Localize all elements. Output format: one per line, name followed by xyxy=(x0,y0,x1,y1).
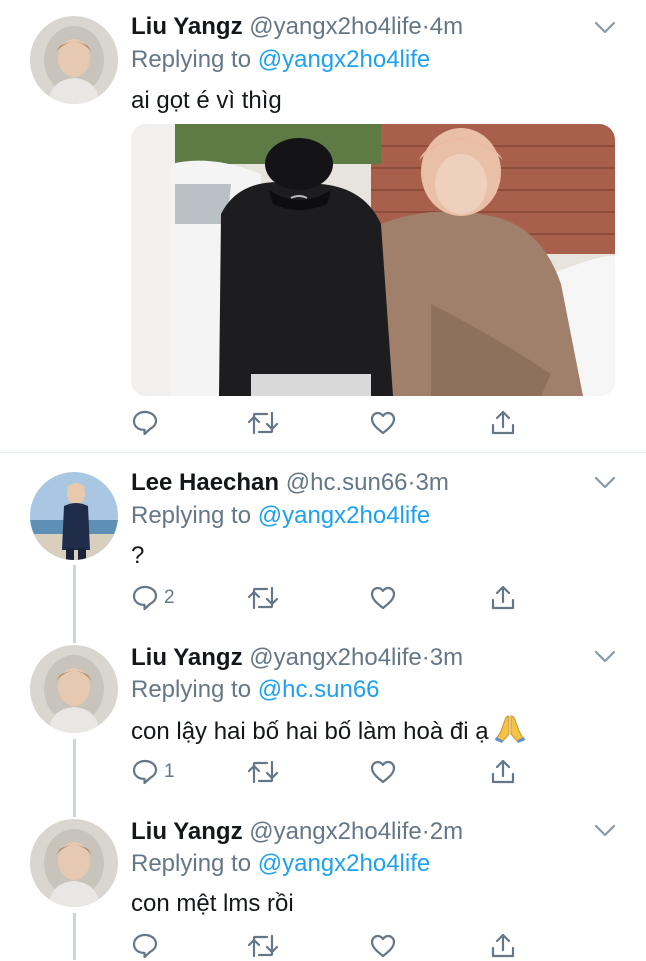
timestamp[interactable]: 3m xyxy=(430,644,463,671)
retweet-icon xyxy=(247,760,279,784)
separator-dot: · xyxy=(421,644,430,671)
share-button[interactable] xyxy=(489,583,517,613)
tweet-header: Liu Yangz @yangx2ho4life·2m xyxy=(131,817,463,847)
share-icon xyxy=(491,410,515,435)
reply-count: 1 xyxy=(164,761,175,782)
tweet-text: ? xyxy=(131,542,145,569)
replying-to-label: Replying to xyxy=(131,850,258,877)
user-handle[interactable]: @yangx2ho4life xyxy=(249,13,421,40)
replying-to: Replying to @yangx2ho4life xyxy=(131,849,430,879)
replying-to-label: Replying to xyxy=(131,502,258,529)
replying-to-label: Replying to xyxy=(131,676,258,703)
replying-to-mention[interactable]: @yangx2ho4life xyxy=(258,850,430,877)
share-button[interactable] xyxy=(489,757,517,787)
separator-dot: · xyxy=(421,13,430,40)
like-button[interactable] xyxy=(369,583,402,613)
tweet-text-content: con lậy hai bố hai bố làm hoà đi ạ xyxy=(131,718,489,745)
share-icon xyxy=(491,585,515,610)
tweet[interactable]: Liu Yangz @yangx2ho4life·4m Replying to … xyxy=(0,0,646,452)
timestamp[interactable]: 3m xyxy=(416,469,449,496)
chevron-down-icon[interactable] xyxy=(593,20,617,36)
tweet[interactable]: Liu Yangz @yangx2ho4life·2m Replying to … xyxy=(0,805,646,960)
like-button[interactable] xyxy=(369,408,402,438)
like-icon xyxy=(370,934,396,958)
avatar[interactable] xyxy=(30,16,118,104)
thread-line xyxy=(73,565,76,629)
timestamp[interactable]: 2m xyxy=(430,818,463,845)
reply-count: 2 xyxy=(164,587,175,608)
like-icon xyxy=(370,586,396,610)
avatar[interactable] xyxy=(30,472,118,560)
retweet-icon xyxy=(247,934,279,958)
display-name[interactable]: Liu Yangz xyxy=(131,644,243,671)
share-icon xyxy=(491,933,515,958)
share-icon xyxy=(491,759,515,784)
chevron-down-icon[interactable] xyxy=(593,823,617,839)
reply-button[interactable]: 1 xyxy=(131,757,175,787)
replying-to-mention[interactable]: @yangx2ho4life xyxy=(258,502,430,529)
tweet-text: con lậy hai bố hai bố làm hoà đi ạ xyxy=(131,713,525,747)
tweet-media-image[interactable] xyxy=(131,124,615,396)
reply-icon xyxy=(132,933,158,959)
thread-line xyxy=(73,913,76,960)
share-button[interactable] xyxy=(489,931,517,961)
display-name[interactable]: Liu Yangz xyxy=(131,818,243,845)
reply-button[interactable] xyxy=(131,408,164,438)
tweet-actions xyxy=(131,931,531,961)
reply-icon xyxy=(132,759,158,785)
tweet-header: Lee Haechan @hc.sun66·3m xyxy=(131,468,449,498)
tweet-header: Liu Yangz @yangx2ho4life·4m xyxy=(131,12,463,42)
retweet-icon xyxy=(247,586,279,610)
retweet-button[interactable] xyxy=(247,408,284,438)
folded-hands-icon xyxy=(494,715,525,743)
avatar[interactable] xyxy=(30,819,118,907)
display-name[interactable]: Liu Yangz xyxy=(131,13,243,40)
replying-to: Replying to @yangx2ho4life xyxy=(131,501,430,531)
thread-line xyxy=(73,805,76,817)
tweet-actions xyxy=(131,408,531,438)
separator-dot: · xyxy=(421,818,430,845)
reply-icon xyxy=(132,585,158,611)
retweet-button[interactable] xyxy=(247,931,284,961)
share-button[interactable] xyxy=(489,408,517,438)
chevron-down-icon[interactable] xyxy=(593,649,617,665)
like-icon xyxy=(370,760,396,784)
tweet-actions: 1 xyxy=(131,757,531,787)
like-button[interactable] xyxy=(369,931,402,961)
display-name[interactable]: Lee Haechan xyxy=(131,469,279,496)
user-handle[interactable]: @hc.sun66 xyxy=(286,469,408,496)
like-button[interactable] xyxy=(369,757,402,787)
user-handle[interactable]: @yangx2ho4life xyxy=(249,644,421,671)
replying-to: Replying to @yangx2ho4life xyxy=(131,45,430,75)
like-icon xyxy=(370,411,396,435)
avatar[interactable] xyxy=(30,645,118,733)
tweet-header: Liu Yangz @yangx2ho4life·3m xyxy=(131,643,463,673)
thread-line xyxy=(73,739,76,805)
reply-button[interactable]: 2 xyxy=(131,583,175,613)
retweet-icon xyxy=(247,411,279,435)
reply-icon xyxy=(132,410,158,436)
chevron-down-icon[interactable] xyxy=(593,475,617,491)
tweet-actions: 2 xyxy=(131,583,531,613)
replying-to: Replying to @hc.sun66 xyxy=(131,675,380,705)
retweet-button[interactable] xyxy=(247,757,284,787)
retweet-button[interactable] xyxy=(247,583,284,613)
replying-to-mention[interactable]: @yangx2ho4life xyxy=(258,46,430,73)
thread-line xyxy=(73,629,76,643)
reply-button[interactable] xyxy=(131,931,164,961)
timestamp[interactable]: 4m xyxy=(430,13,463,40)
tweet[interactable]: Lee Haechan @hc.sun66·3m Replying to @ya… xyxy=(0,453,646,629)
tweet-text: con mệt lms rồi xyxy=(131,890,294,917)
tweet-text: ai gọt é vì thìg xyxy=(131,87,282,114)
replying-to-label: Replying to xyxy=(131,46,258,73)
user-handle[interactable]: @yangx2ho4life xyxy=(249,818,421,845)
separator-dot: · xyxy=(407,469,416,496)
tweet[interactable]: Liu Yangz @yangx2ho4life·3m Replying to … xyxy=(0,629,646,805)
replying-to-mention[interactable]: @hc.sun66 xyxy=(258,676,380,703)
